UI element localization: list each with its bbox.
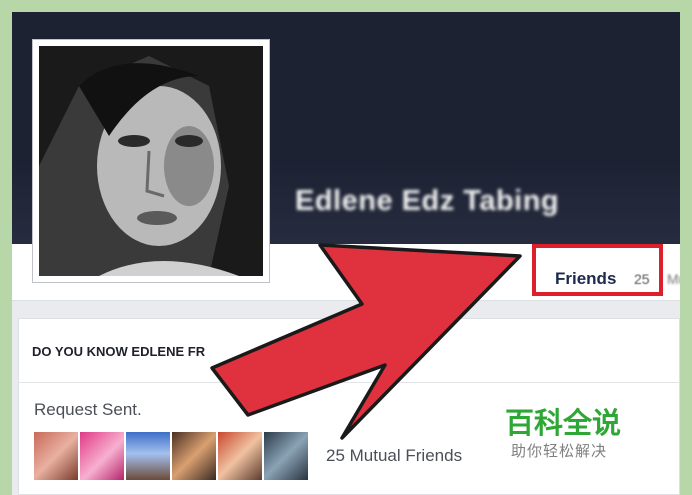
watermark-title: 百科全说	[505, 408, 622, 440]
watermark-subtitle: 助你轻松解决	[511, 443, 608, 460]
